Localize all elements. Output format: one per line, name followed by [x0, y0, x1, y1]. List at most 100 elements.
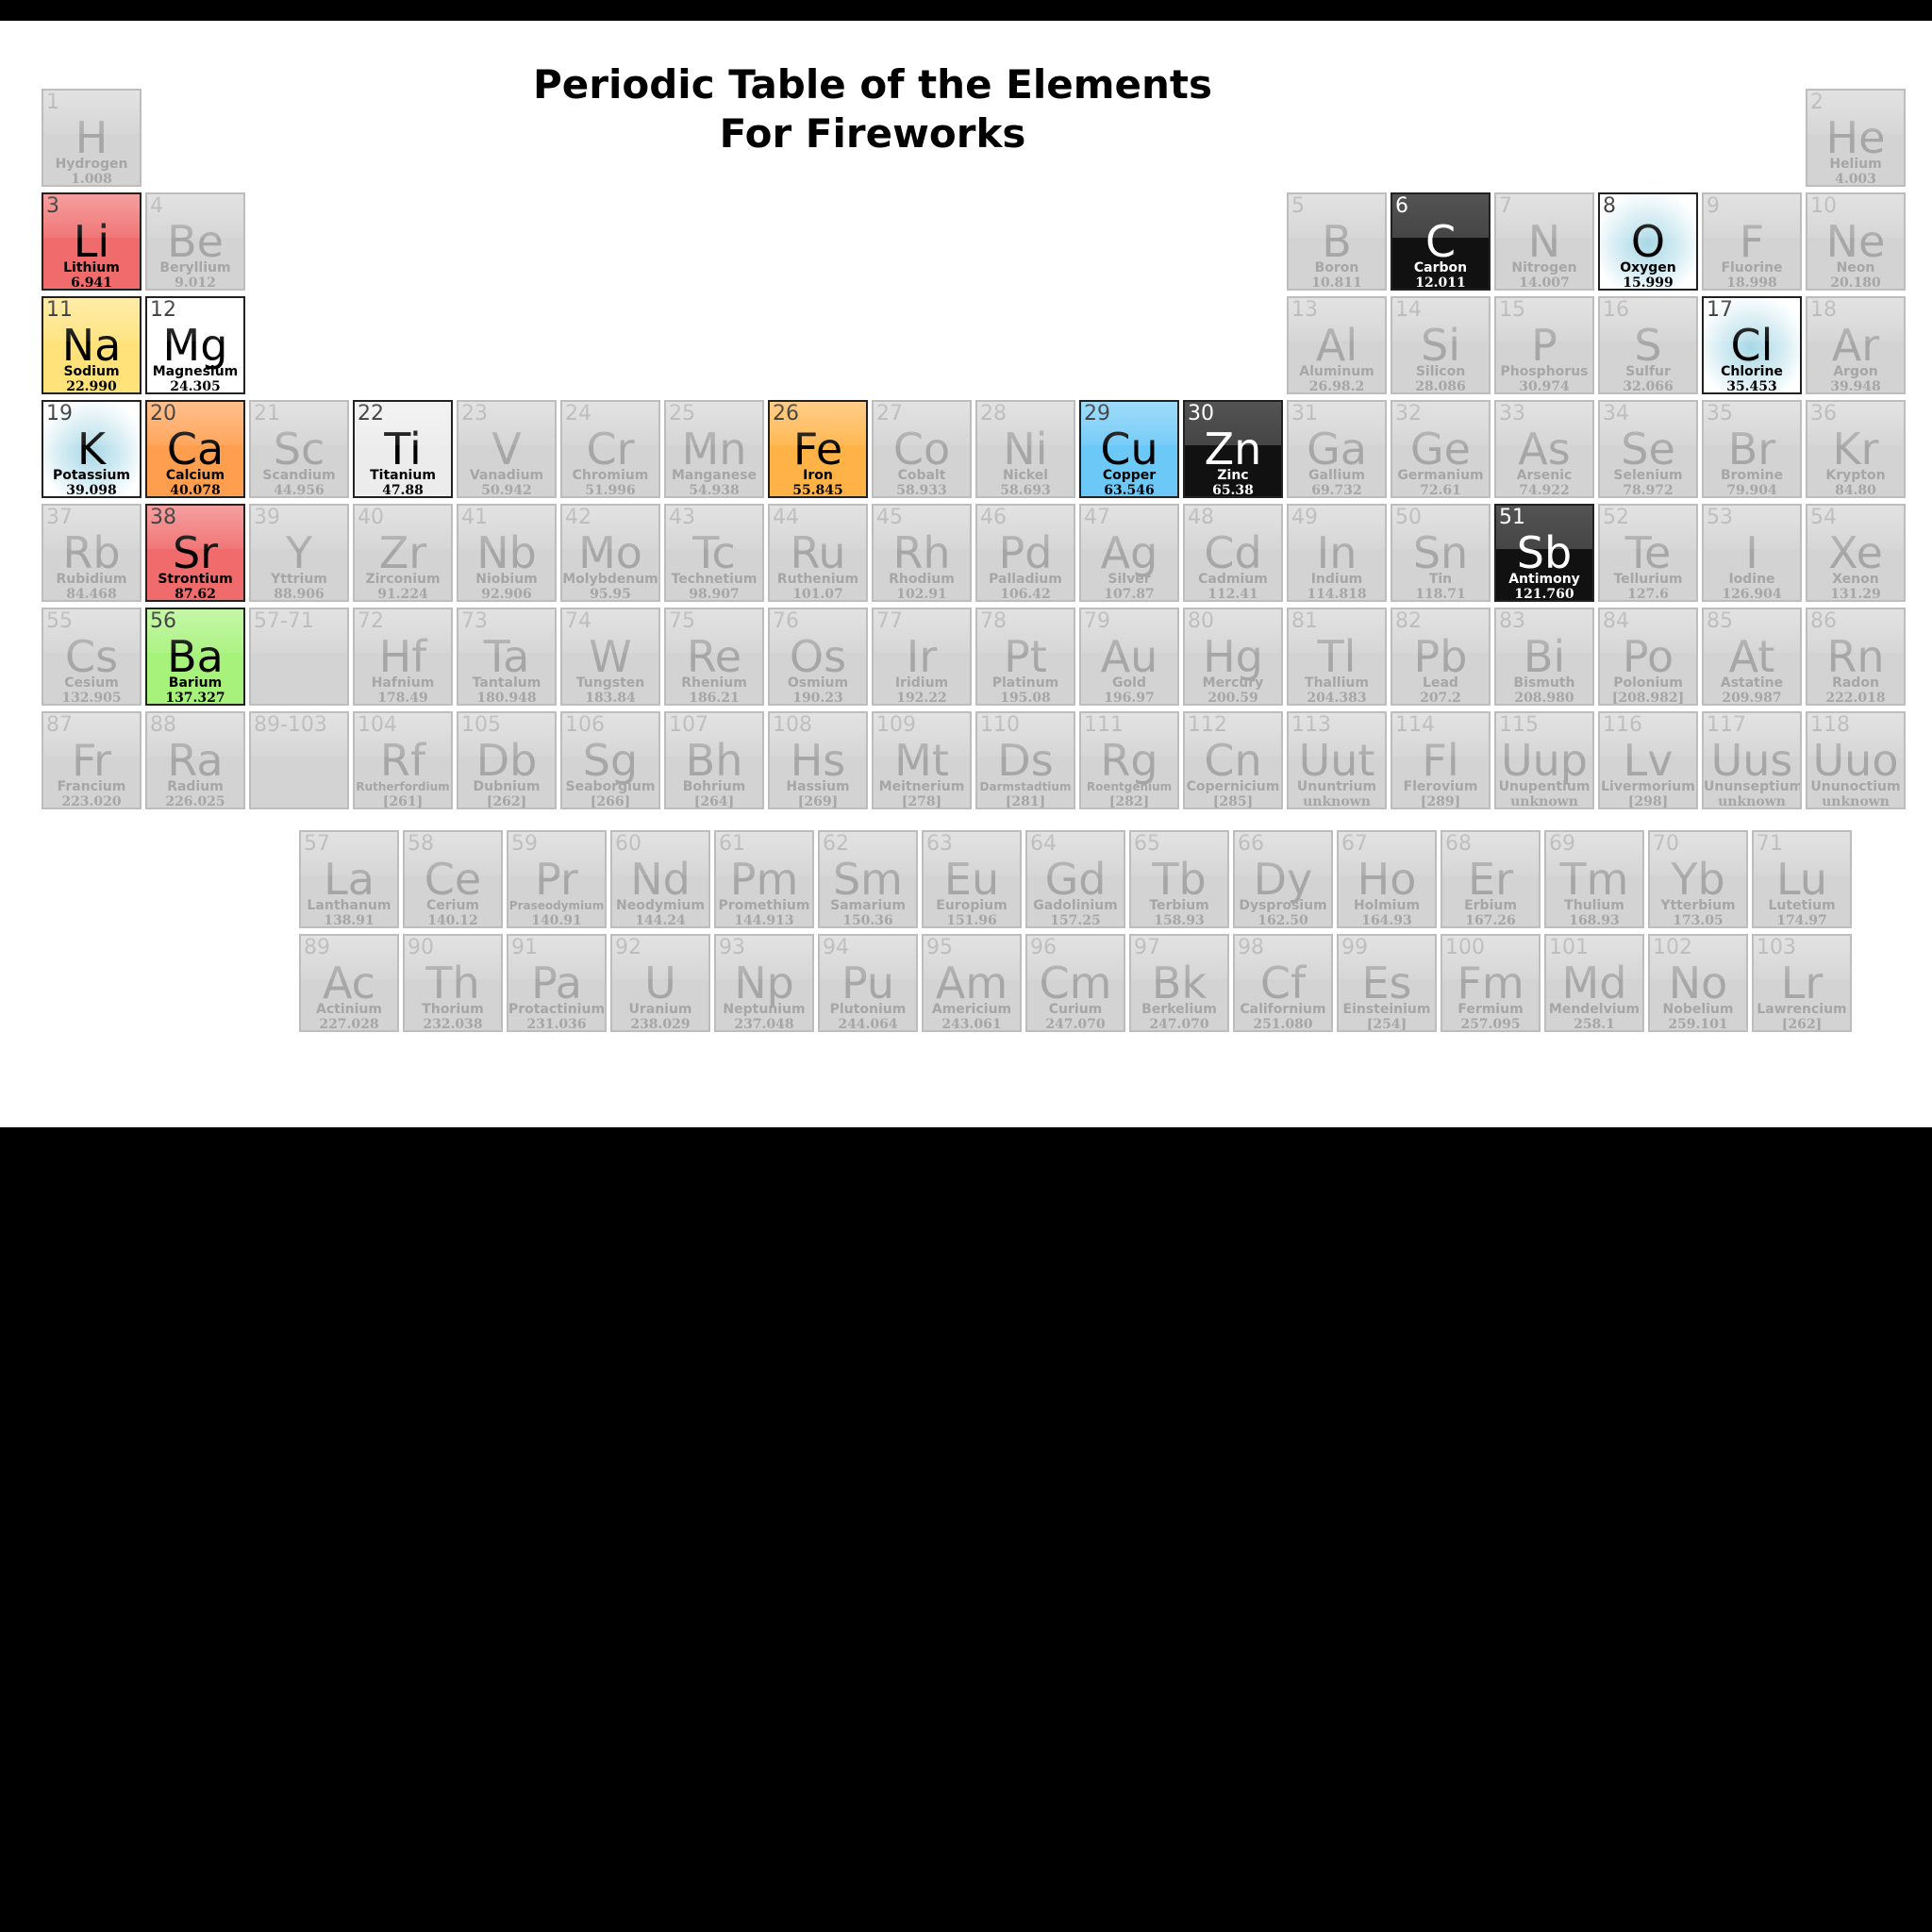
- element-name: Erbium: [1464, 898, 1517, 913]
- atomic-number: 6: [1395, 194, 1408, 218]
- element-cell-no: 102 No Nobelium 259.101: [1648, 934, 1748, 1032]
- element-name: Einsteinium: [1342, 1002, 1431, 1017]
- element-name: Dubnium: [473, 779, 541, 794]
- element-name: Californium: [1240, 1002, 1326, 1017]
- atomic-weight: 180.948: [476, 691, 537, 706]
- element-symbol: Cl: [1730, 320, 1774, 371]
- element-cell-pm: 61 Pm Promethium 144.913: [714, 830, 814, 928]
- page-title: Periodic Table of the Elements For Firew…: [396, 60, 1349, 158]
- element-name: Bismuth: [1513, 675, 1575, 691]
- element-cell-uuo: 118 Uuo Ununoctium unknown: [1806, 711, 1906, 809]
- element-symbol: Er: [1468, 854, 1513, 905]
- atomic-number: 92: [615, 936, 641, 959]
- atomic-weight: [262]: [1781, 1017, 1823, 1032]
- element-cell-ni: 28 Ni Nickel 58.693: [975, 400, 1075, 498]
- element-cell-cf: 98 Cf Californium 251.080: [1233, 934, 1333, 1032]
- atomic-weight: 69.732: [1311, 483, 1362, 498]
- atomic-weight: 121.760: [1514, 587, 1574, 602]
- element-name: Platinum: [991, 675, 1059, 691]
- element-cell-f: 9 F Fluorine 18.998: [1702, 192, 1802, 291]
- atomic-weight: 222.018: [1825, 691, 1886, 706]
- atomic-weight: 127.6: [1627, 587, 1669, 602]
- element-symbol: Mn: [681, 424, 747, 475]
- atomic-weight: unknown: [1303, 794, 1371, 809]
- atomic-weight: 54.938: [689, 483, 740, 498]
- atomic-weight: 247.070: [1149, 1017, 1209, 1032]
- element-symbol: Yb: [1671, 854, 1725, 905]
- element-cell-md: 101 Md Mendelvium 258.1: [1544, 934, 1644, 1032]
- atomic-weight: 244.064: [838, 1017, 898, 1032]
- element-name: Ytterbium: [1660, 898, 1736, 913]
- atomic-weight: 138.91: [324, 913, 375, 928]
- atomic-weight: 118.71: [1415, 587, 1466, 602]
- element-name: Thulium: [1564, 898, 1624, 913]
- element-cell-eu: 63 Eu Europium 151.96: [922, 830, 1022, 928]
- element-name: Livermorium: [1601, 779, 1695, 794]
- atomic-weight: 144.24: [635, 913, 686, 928]
- atomic-number: 5: [1291, 194, 1305, 218]
- atomic-weight: [264]: [693, 794, 735, 809]
- element-cell-zn: 30 Zn Zinc 65.38: [1183, 400, 1283, 498]
- element-name: Barium: [168, 675, 223, 691]
- element-cell-cs: 55 Cs Cesium 132.905: [42, 608, 142, 706]
- element-symbol: Lv: [1623, 735, 1674, 786]
- atomic-weight: 192.22: [896, 691, 947, 706]
- atomic-weight: 238.029: [630, 1017, 691, 1032]
- atomic-number: 16: [1603, 298, 1629, 322]
- element-cell-in: 49 In Indium 114.818: [1287, 504, 1387, 602]
- element-cell-ir: 77 Ir Iridium 192.22: [872, 608, 972, 706]
- element-cell-cl: 17 Cl Chlorine 35.453: [1702, 296, 1802, 394]
- element-cell-lu: 71 Lu Lutetium 174.97: [1752, 830, 1852, 928]
- element-cell-n: 7 N Nitrogen 14.007: [1494, 192, 1594, 291]
- element-name: Helium: [1829, 157, 1882, 172]
- element-symbol: At: [1728, 631, 1775, 682]
- periodic-table-canvas: Periodic Table of the Elements For Firew…: [0, 21, 1932, 1127]
- atomic-weight: [298]: [1627, 794, 1669, 809]
- element-symbol: Pm: [729, 854, 799, 905]
- atomic-weight: 140.91: [531, 913, 582, 928]
- element-symbol: K: [76, 424, 107, 475]
- element-cell-ti: 22 Ti Titanium 47.88: [353, 400, 453, 498]
- atomic-weight: 101.07: [792, 587, 843, 602]
- element-symbol: Hs: [790, 735, 846, 786]
- element-name: Copper: [1102, 468, 1157, 483]
- atomic-weight: 247.070: [1045, 1017, 1106, 1032]
- title-line-2: For Fireworks: [719, 110, 1026, 157]
- element-symbol: Al: [1315, 320, 1358, 371]
- atomic-weight: 140.12: [427, 913, 478, 928]
- atomic-weight: 112.41: [1208, 587, 1258, 602]
- atomic-weight: 126.904: [1722, 587, 1782, 602]
- element-cell-pb: 82 Pb Lead 207.2: [1391, 608, 1491, 706]
- element-cell-mn: 25 Mn Manganese 54.938: [664, 400, 764, 498]
- element-cell-sn: 50 Sn Tin 118.71: [1391, 504, 1491, 602]
- element-symbol: Rg: [1100, 735, 1158, 786]
- element-name: Sodium: [63, 364, 120, 379]
- element-cell-fr: 87 Fr Francium 223.020: [42, 711, 142, 809]
- element-symbol: Pr: [535, 854, 578, 905]
- element-name: Copernicium: [1186, 779, 1280, 794]
- element-symbol: Nb: [476, 527, 537, 578]
- atomic-weight: 40.078: [170, 483, 221, 498]
- atomic-weight: 237.048: [734, 1017, 794, 1032]
- element-symbol: Cr: [586, 424, 635, 475]
- element-cell-mt: 109 Mt Meitnerium [278]: [872, 711, 972, 809]
- element-name: Thorium: [422, 1002, 484, 1017]
- atomic-weight: 79.904: [1726, 483, 1777, 498]
- element-name: Osmium: [787, 675, 849, 691]
- atomic-weight: 55.845: [792, 483, 843, 498]
- atomic-number: 77: [876, 609, 903, 633]
- element-symbol: In: [1316, 527, 1357, 578]
- element-cell-fm: 100 Fm Fermium 257.095: [1441, 934, 1541, 1032]
- element-name: Thallium: [1305, 675, 1369, 691]
- element-name: Actinium: [316, 1002, 382, 1017]
- element-cell-lv: 116 Lv Livermorium [298]: [1598, 711, 1698, 809]
- element-cell-mo: 42 Mo Molybdenum 95.95: [560, 504, 660, 602]
- element-symbol: Os: [789, 631, 847, 682]
- element-symbol: Te: [1624, 527, 1672, 578]
- atomic-weight: 257.095: [1460, 1017, 1521, 1032]
- atomic-weight: 204.383: [1307, 691, 1367, 706]
- atomic-number: 87: [46, 713, 73, 737]
- atomic-weight: 114.818: [1307, 587, 1367, 602]
- element-name: Radium: [167, 779, 224, 794]
- atomic-weight: 144.913: [734, 913, 794, 928]
